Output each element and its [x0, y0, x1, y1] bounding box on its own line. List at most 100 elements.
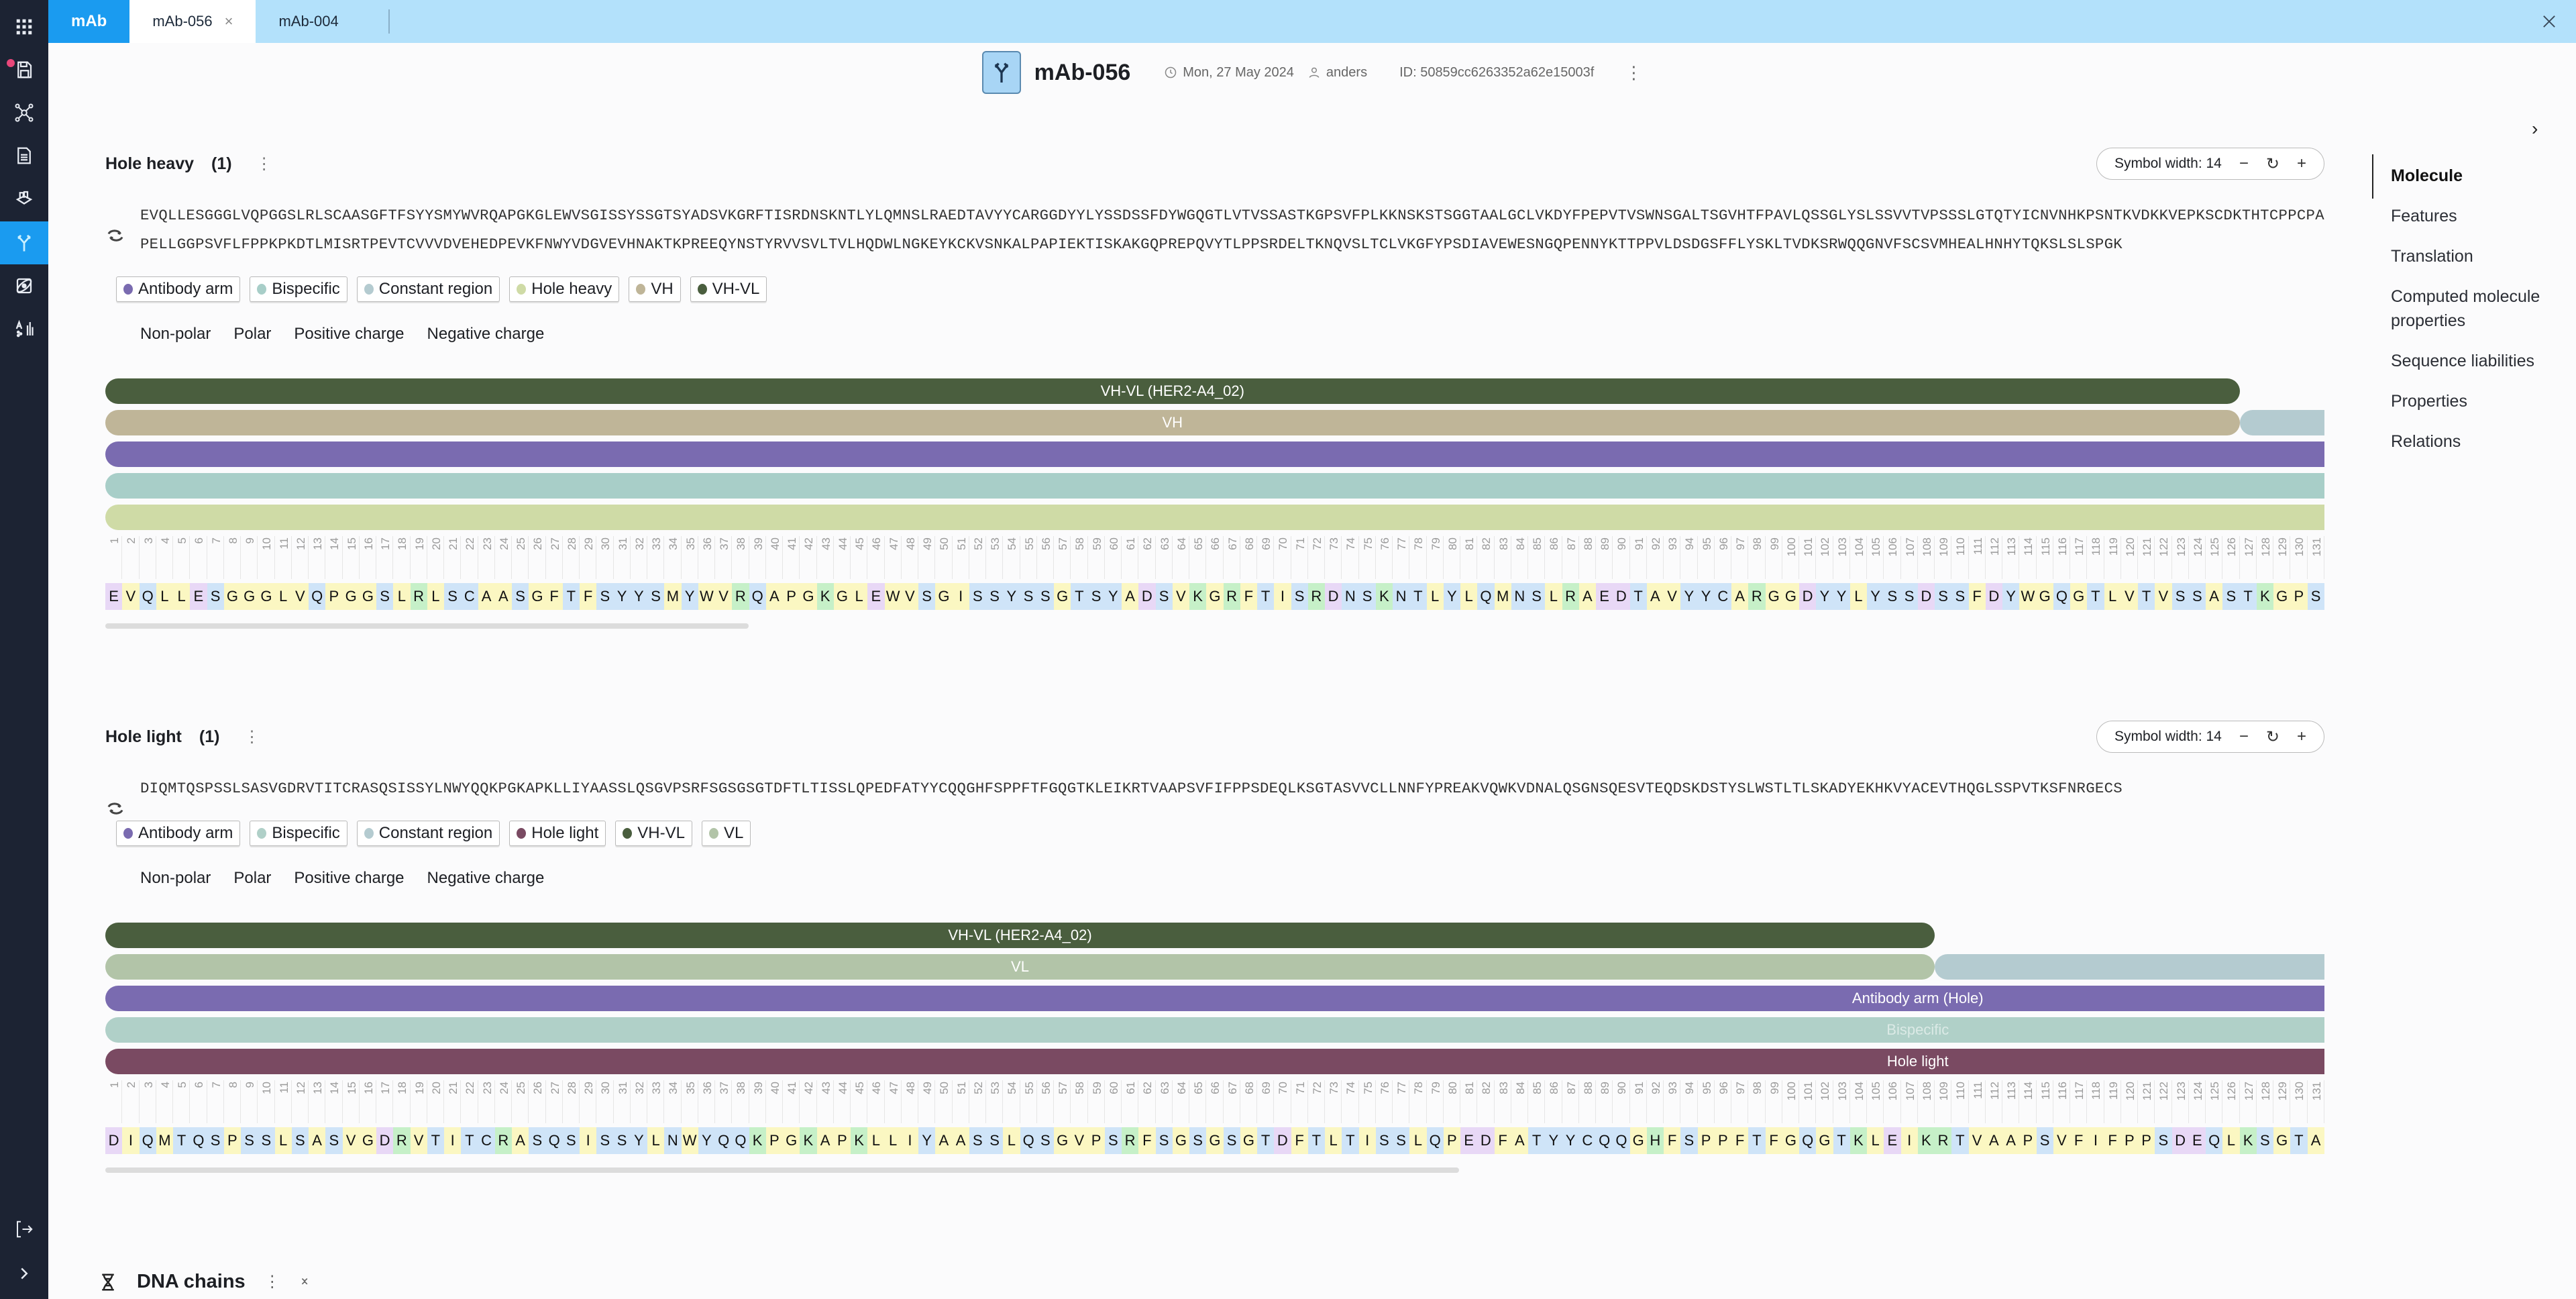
residue[interactable]: P [833, 1127, 851, 1154]
residue[interactable]: R [494, 1127, 512, 1154]
residue[interactable]: D [376, 1127, 394, 1154]
residue[interactable]: G [1816, 1127, 1833, 1154]
feature-chip[interactable]: VH [629, 276, 681, 302]
feature-chip[interactable]: Constant region [356, 276, 500, 302]
tab-mab-004[interactable]: mAb-004 [256, 0, 361, 43]
residue[interactable]: F [1731, 1127, 1749, 1154]
residue[interactable]: W [698, 583, 715, 610]
residue[interactable]: S [2222, 583, 2240, 610]
horizontal-scrollbar[interactable] [105, 623, 749, 629]
residue[interactable]: A [2206, 583, 2223, 610]
residue[interactable]: S [1680, 1127, 1698, 1154]
nav-item-sequence-liabilities[interactable]: Sequence liabilities [2372, 341, 2573, 381]
residue[interactable]: G [1765, 583, 1782, 610]
residue[interactable]: L [2222, 1127, 2240, 1154]
residue[interactable]: T [1748, 1127, 1766, 1154]
residue[interactable]: K [851, 1127, 868, 1154]
residue[interactable]: P [1697, 1127, 1715, 1154]
residue[interactable]: Y [1545, 1127, 1562, 1154]
residue[interactable]: L [1003, 1127, 1020, 1154]
chain-more-menu[interactable]: ⋮ [244, 727, 260, 747]
residue[interactable]: T [427, 1127, 444, 1154]
residue[interactable]: E [867, 583, 885, 610]
residue[interactable]: G [1054, 583, 1071, 610]
residue[interactable]: Y [1816, 583, 1833, 610]
expand-collapse-toggle[interactable]: ⌄ ⌃ [299, 1271, 311, 1294]
feature-chip[interactable]: VH-VL [690, 276, 767, 302]
residue[interactable]: H [1646, 1127, 1664, 1154]
residue[interactable]: L [867, 1127, 885, 1154]
residue[interactable]: S [376, 583, 394, 610]
residue[interactable]: T [461, 1127, 478, 1154]
feature-segment[interactable] [105, 505, 2324, 530]
feature-segment[interactable] [1935, 954, 2324, 980]
residue[interactable]: G [258, 583, 275, 610]
residue[interactable]: V [1172, 583, 1189, 610]
residue[interactable]: Y [1562, 1127, 1579, 1154]
residue[interactable]: L [427, 583, 444, 610]
residue[interactable]: S [1375, 1127, 1393, 1154]
nav-item-molecule[interactable]: Molecule [2372, 154, 2573, 196]
residue[interactable]: G [529, 583, 546, 610]
residue[interactable]: S [596, 583, 614, 610]
residue[interactable]: M [664, 583, 682, 610]
residue[interactable]: T [562, 583, 580, 610]
residue[interactable]: C [1714, 583, 1731, 610]
residue[interactable]: P [783, 583, 800, 610]
nav-item-computed-molecule-properties[interactable]: Computed molecule properties [2372, 276, 2573, 341]
feature-chip[interactable]: Hole heavy [509, 276, 620, 302]
residue[interactable]: Y [1443, 583, 1460, 610]
residue[interactable]: L [1867, 1127, 1884, 1154]
residue[interactable]: L [1849, 583, 1867, 610]
residue[interactable]: S [1189, 1127, 1207, 1154]
residue[interactable]: Y [630, 583, 647, 610]
residue[interactable]: Q [309, 583, 326, 610]
residue[interactable]: L [1545, 583, 1562, 610]
residue[interactable]: Y [1104, 583, 1122, 610]
residue[interactable]: E [105, 583, 123, 610]
increase-symbol-width-button[interactable]: + [2297, 727, 2306, 746]
residue[interactable]: L [156, 583, 173, 610]
residue[interactable]: T [2087, 583, 2104, 610]
feature-chip[interactable]: Antibody arm [116, 821, 241, 846]
residue[interactable]: D [1917, 583, 1935, 610]
chain-more-menu[interactable]: ⋮ [256, 154, 272, 174]
residue[interactable]: G [1240, 1127, 1257, 1154]
residue[interactable]: S [325, 1127, 343, 1154]
residue[interactable]: N [1342, 583, 1359, 610]
residue[interactable]: V [2155, 583, 2172, 610]
residue[interactable]: Q [1799, 1127, 1817, 1154]
residue[interactable]: K [816, 583, 834, 610]
residue[interactable]: G [783, 1127, 800, 1154]
residue[interactable]: L [647, 1127, 665, 1154]
feature-segment[interactable]: Bispecific [105, 1017, 2324, 1043]
horizontal-scrollbar[interactable] [105, 1167, 1459, 1173]
residue[interactable]: I [952, 583, 969, 610]
residue[interactable]: S [2188, 583, 2206, 610]
residue[interactable]: R [393, 1127, 411, 1154]
residue[interactable]: I [1274, 583, 1291, 610]
residue[interactable]: C [478, 1127, 495, 1154]
residue[interactable]: W [681, 1127, 698, 1154]
reset-symbol-width-button[interactable]: ↻ [2266, 154, 2279, 174]
residue[interactable]: Y [1680, 583, 1698, 610]
residue[interactable]: T [2239, 583, 2257, 610]
residue[interactable]: D [1325, 583, 1342, 610]
residue[interactable]: V [2121, 583, 2138, 610]
residue[interactable]: M [1494, 583, 1511, 610]
residue[interactable]: Q [2206, 1127, 2223, 1154]
residue[interactable]: V [901, 583, 918, 610]
residue[interactable]: P [1714, 1127, 1731, 1154]
residue[interactable]: T [1257, 583, 1275, 610]
residue[interactable]: S [1155, 1127, 1173, 1154]
residue[interactable]: V [715, 583, 733, 610]
residue[interactable]: K [1849, 1127, 1867, 1154]
residue[interactable]: I [2087, 1127, 2104, 1154]
expand-sidebar-button[interactable] [0, 1252, 48, 1295]
dna-more-menu[interactable]: ⋮ [264, 1272, 280, 1292]
residue[interactable]: S [2036, 1127, 2053, 1154]
residue[interactable]: R [1307, 583, 1325, 610]
residue[interactable]: G [1054, 1127, 1071, 1154]
residue[interactable]: Q [749, 583, 766, 610]
residue[interactable]: L [274, 583, 292, 610]
